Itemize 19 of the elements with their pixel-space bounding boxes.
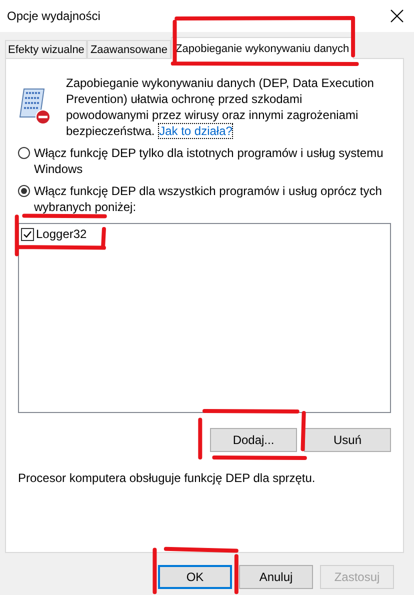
tab[interactable]: Zaawansowane [87, 40, 170, 58]
tab[interactable]: Zapobieganie wykonywaniu danych [170, 37, 354, 59]
status-text: Procesor komputera obsługuje funkcję DEP dla sprzętu. [18, 471, 316, 485]
memory-block-icon [18, 87, 52, 125]
close-icon[interactable] [390, 9, 404, 23]
window-title: Opcje wydajności [7, 9, 100, 23]
help-link[interactable]: Jak to działa? [158, 123, 234, 139]
program-name: Logger32 [36, 227, 87, 241]
radio-button[interactable] [18, 185, 30, 197]
radio-button[interactable] [18, 147, 30, 159]
description-text: Zapobieganie wykonywaniu danych (DEP, Data Execution Prevention) ułatwia ochronę przed szkodami powodowanymi przez wirusy oraz innymi zagrożeniami bezpieczeństwa. Jak to działa? [66, 75, 375, 139]
option-label: Włącz funkcję DEP dla wszystkich programów i usług oprócz tych wybranych poniżej: [34, 183, 383, 215]
dialog-button[interactable]: Anuluj [239, 565, 313, 589]
checkbox[interactable] [21, 228, 34, 240]
option-label: Włącz funkcję DEP tylko dla istotnych programów i usług systemu Windows [34, 145, 384, 177]
list-button[interactable]: Usuń [304, 428, 391, 452]
list-button[interactable]: Dodaj... [210, 428, 297, 452]
tab[interactable]: Efekty wizualne [5, 40, 88, 58]
dialog-button[interactable]: OK [158, 565, 232, 589]
